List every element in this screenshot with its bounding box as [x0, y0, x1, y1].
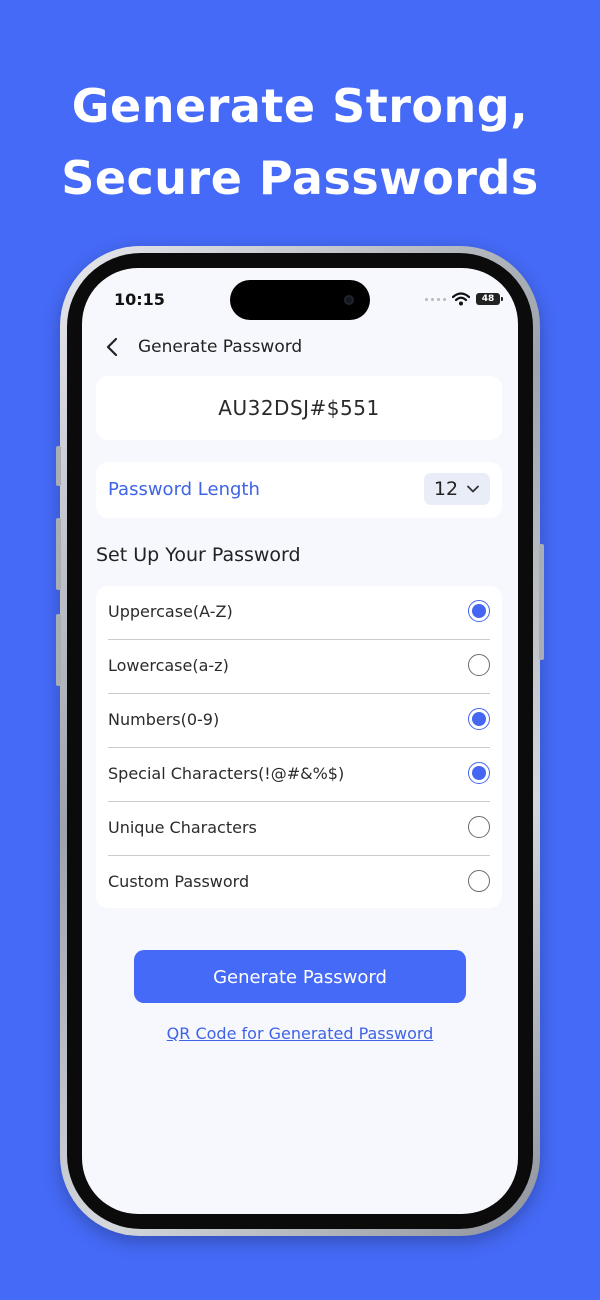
option-numbers[interactable]: Numbers(0-9) — [108, 694, 490, 748]
password-length-label: Password Length — [108, 479, 260, 500]
password-length-value: 12 — [433, 478, 459, 500]
option-label: Uppercase(A-Z) — [108, 602, 233, 621]
password-options-list: Uppercase(A-Z) Lowercase(a-z) Numbers(0-… — [96, 586, 502, 908]
wifi-icon — [452, 292, 470, 306]
password-length-select[interactable]: 12 — [424, 473, 490, 505]
battery-icon: 48 — [476, 293, 503, 305]
option-label: Lowercase(a-z) — [108, 656, 229, 675]
back-chevron-icon[interactable] — [102, 336, 124, 358]
option-custom-password[interactable]: Custom Password — [108, 856, 490, 910]
headline: Generate Strong, Secure Passwords — [0, 70, 600, 214]
status-time: 10:15 — [114, 290, 165, 309]
volume-down-button — [56, 614, 61, 686]
power-button — [539, 544, 544, 660]
status-icons: 48 — [425, 292, 503, 306]
qr-code-link[interactable]: QR Code for Generated Password — [82, 1024, 518, 1043]
radio-button[interactable] — [468, 654, 490, 676]
option-unique-characters[interactable]: Unique Characters — [108, 802, 490, 856]
camera-icon — [344, 295, 354, 305]
section-title: Set Up Your Password — [96, 544, 301, 566]
radio-button[interactable] — [468, 870, 490, 892]
headline-line-2: Secure Passwords — [61, 151, 539, 205]
password-length-card: Password Length 12 — [96, 462, 502, 518]
generate-password-button[interactable]: Generate Password — [134, 950, 466, 1003]
action-button — [56, 446, 61, 486]
nav-bar: Generate Password — [102, 334, 302, 360]
option-label: Custom Password — [108, 872, 250, 891]
option-uppercase[interactable]: Uppercase(A-Z) — [108, 586, 490, 640]
headline-line-1: Generate Strong, — [71, 79, 529, 133]
dynamic-island — [230, 280, 370, 320]
option-lowercase[interactable]: Lowercase(a-z) — [108, 640, 490, 694]
chevron-down-icon — [467, 485, 479, 493]
radio-button-selected[interactable] — [468, 708, 490, 730]
password-display-card: AU32DSJ#$551 — [96, 376, 502, 440]
option-special-characters[interactable]: Special Characters(!@#&%$) — [108, 748, 490, 802]
generated-password: AU32DSJ#$551 — [218, 396, 380, 420]
radio-button-selected[interactable] — [468, 600, 490, 622]
page-title: Generate Password — [138, 337, 303, 357]
signal-dots-icon — [425, 297, 446, 301]
phone-screen: 10:15 48 Generate Password AU32DSJ#$551 … — [82, 268, 518, 1214]
volume-up-button — [56, 518, 61, 590]
option-label: Numbers(0-9) — [108, 710, 220, 729]
radio-button-selected[interactable] — [468, 762, 490, 784]
option-label: Special Characters(!@#&%$) — [108, 764, 345, 783]
option-label: Unique Characters — [108, 818, 257, 837]
radio-button[interactable] — [468, 816, 490, 838]
